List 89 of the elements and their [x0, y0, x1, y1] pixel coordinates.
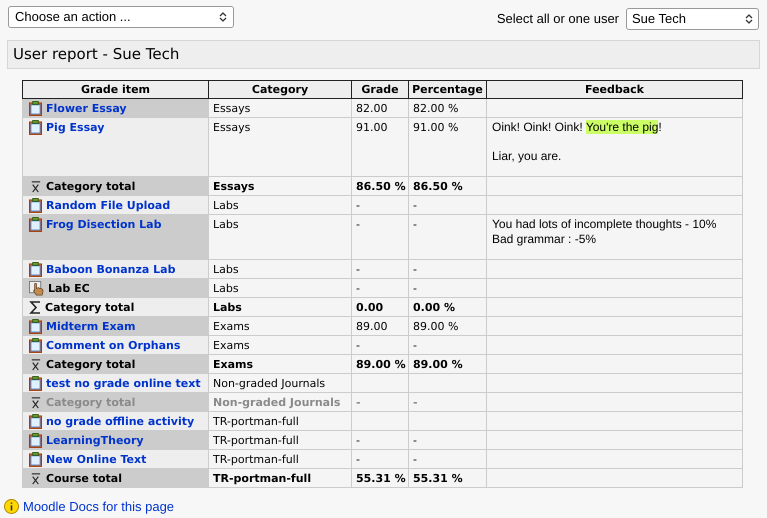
clipboard-icon [29, 101, 42, 116]
mean-icon [29, 396, 42, 409]
clipboard-icon [29, 319, 42, 334]
total-label: Category total [46, 395, 136, 410]
category-cell: Non-graded Journals [208, 374, 352, 392]
category-cell: TR-portman-full [208, 430, 352, 450]
category-cell: TR-portman-full [208, 412, 352, 430]
column-header: Feedback [486, 80, 742, 98]
percentage-cell: 91.00 % [408, 118, 486, 176]
grade-cell: - [352, 450, 408, 468]
grade-cell: - [352, 214, 408, 260]
total-label: Category total [45, 300, 134, 315]
percentage-cell: - [408, 196, 486, 214]
feedback-text: Oink! Oink! Oink! You're the pig! [492, 120, 663, 135]
percentage-cell: 82.00 % [408, 98, 486, 118]
clipboard-icon [29, 414, 42, 429]
category-cell: Exams [208, 354, 352, 374]
total-label: Category total [46, 179, 136, 194]
column-header: Grade [352, 80, 408, 98]
clipboard-icon [29, 338, 42, 353]
category-cell: Essays [208, 98, 352, 118]
total-label: Course total [46, 471, 122, 486]
caret-icon [219, 10, 227, 22]
grade-cell: - [352, 392, 408, 412]
percentage-cell: 0.00 % [408, 298, 486, 316]
feedback-text: Liar, you are. [492, 149, 562, 164]
category-cell: Labs [208, 278, 352, 298]
percentage-cell: 89.00 % [408, 354, 486, 374]
category-cell: TR-portman-full [208, 468, 352, 488]
feedback-text: You had lots of incomplete thoughts - 10% Bad grammar : -5% [492, 217, 718, 247]
percentage-cell: - [408, 336, 486, 354]
docs-link[interactable]: Moodle Docs for this page [23, 496, 174, 516]
grade-item-link[interactable]: Pig Essay [46, 120, 104, 135]
percentage-cell: - [408, 278, 486, 298]
sigma-icon [29, 301, 41, 314]
grade-cell [352, 412, 408, 430]
percentage-cell: - [408, 392, 486, 412]
category-cell: Essays [208, 176, 352, 196]
grade-cell: 91.00 [352, 118, 408, 176]
grade-cell: 89.00 [352, 316, 408, 336]
grade-cell: - [352, 336, 408, 354]
info-icon [4, 498, 19, 514]
percentage-cell: 86.50 % [408, 176, 486, 196]
percentage-cell: - [408, 450, 486, 468]
user-select[interactable]: Sue Tech [626, 8, 759, 30]
grade-cell: 55.31 % [352, 468, 408, 488]
percentage-cell: 89.00 % [408, 316, 486, 336]
clipboard-icon [29, 120, 42, 135]
report-heading: User report - Sue Tech [7, 40, 760, 69]
percentage-cell: - [408, 260, 486, 278]
grade-cell: 86.50 % [352, 176, 408, 196]
category-cell: Labs [208, 214, 352, 260]
mean-icon [29, 472, 42, 485]
clipboard-icon [29, 198, 42, 213]
percentage-cell: - [408, 430, 486, 450]
category-cell: TR-portman-full [208, 450, 352, 468]
grade-cell: - [352, 278, 408, 298]
grade-cell: 89.00 % [352, 354, 408, 374]
category-cell: Labs [208, 260, 352, 278]
grade-cell: 82.00 [352, 98, 408, 118]
grade-cell: 0.00 [352, 298, 408, 316]
grade-cell: - [352, 260, 408, 278]
mean-icon [29, 358, 42, 371]
category-cell: Exams [208, 316, 352, 336]
clipboard-icon [29, 262, 42, 277]
clipboard-icon [29, 376, 42, 391]
percentage-cell: - [408, 214, 486, 260]
category-cell: Essays [208, 118, 352, 176]
clipboard-icon [29, 217, 42, 232]
clipboard-icon [29, 433, 42, 448]
grade-item-name: Lab EC [48, 281, 90, 296]
percentage-cell: 55.31 % [408, 468, 486, 488]
grade-cell: - [352, 196, 408, 214]
grade-cell: - [352, 430, 408, 450]
column-header: Grade item [22, 80, 208, 98]
user-select-label: Select all or one user [496, 10, 619, 28]
total-label: Category total [46, 357, 136, 372]
action-select[interactable]: Choose an action ... [8, 6, 234, 28]
category-cell: Labs [208, 196, 352, 214]
category-cell: Labs [208, 298, 352, 316]
column-header: Category [208, 80, 352, 98]
category-cell: Exams [208, 336, 352, 354]
caret-icon [745, 13, 753, 25]
hand-icon [29, 281, 44, 296]
column-header: Percentage [408, 80, 486, 98]
grade-cell [352, 374, 408, 392]
clipboard-icon [29, 452, 42, 467]
mean-icon [29, 180, 42, 193]
category-cell: Non-graded Journals [208, 392, 352, 412]
